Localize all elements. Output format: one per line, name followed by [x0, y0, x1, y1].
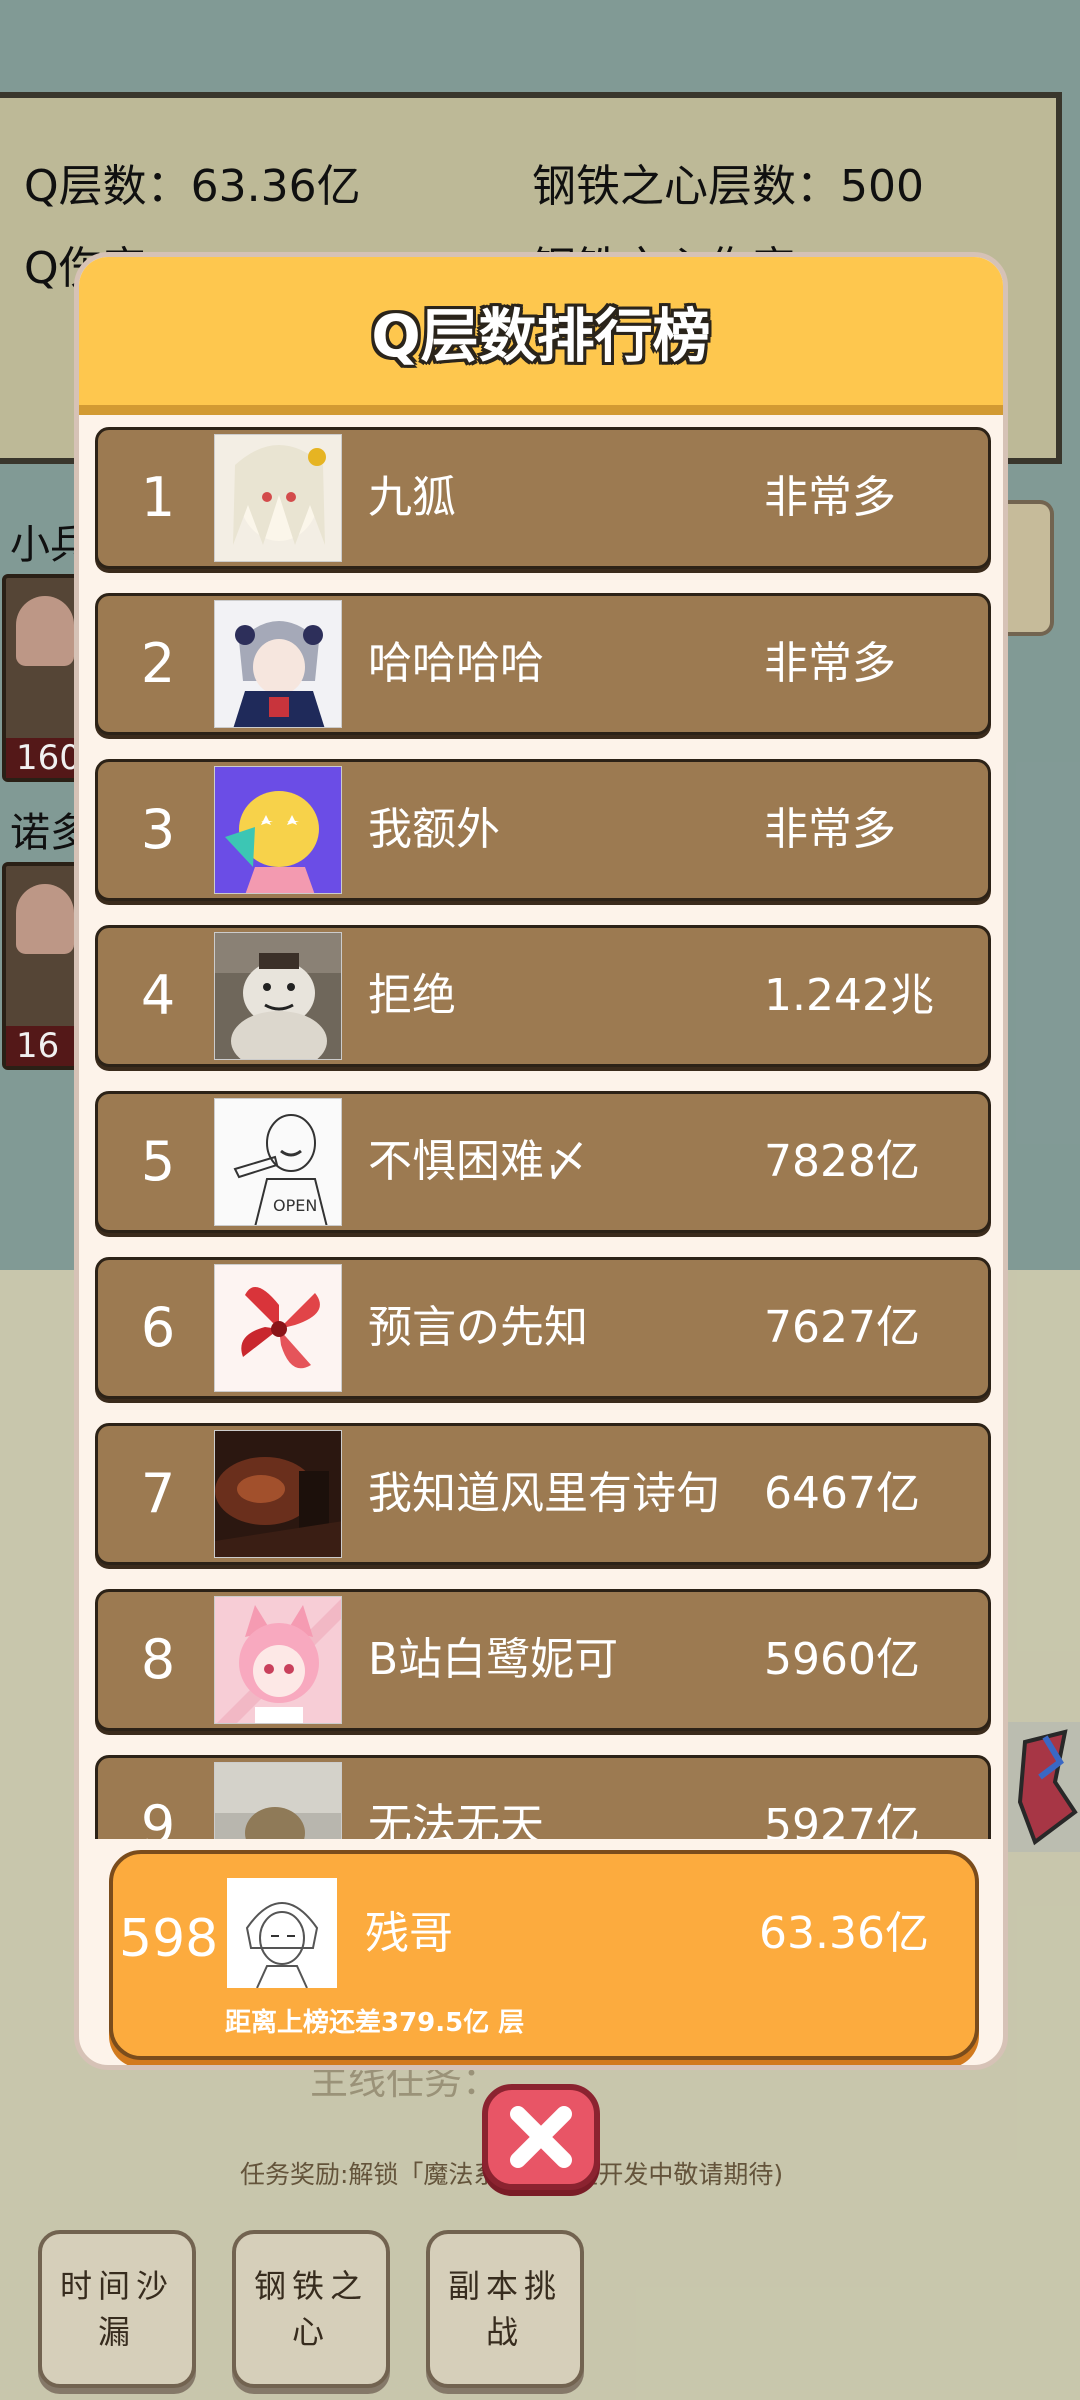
player-name: 预言の先知 — [368, 1302, 588, 1353]
player-score: 非常多 — [764, 804, 896, 855]
cartoon-star-avatar — [214, 766, 342, 894]
player-name: 我额外 — [368, 804, 500, 855]
monkey-photo-avatar — [214, 1762, 342, 1839]
silver-hair-anime-avatar — [214, 600, 342, 728]
player-score: 7828亿 — [764, 1136, 920, 1187]
pink-cat-girl-avatar — [214, 1596, 342, 1724]
player-name: 不惧困难〆 — [368, 1136, 588, 1187]
player-score: 5960亿 — [764, 1634, 920, 1685]
leaderboard-row[interactable]: 8 B站白鹭妮可 5960亿 — [95, 1589, 991, 1731]
rank-number: 6 — [140, 1296, 176, 1359]
player-name: 我知道风里有诗句 — [368, 1468, 720, 1519]
leaderboard-row[interactable]: 9 无法无天 5927亿 — [95, 1755, 991, 1839]
sketch-man-avatar: OPEN — [214, 1098, 342, 1226]
player-name: 九狐 — [368, 472, 456, 523]
player-name: B站白鹭妮可 — [368, 1634, 619, 1685]
rank-number: 1 — [140, 466, 176, 529]
leaderboard-row[interactable]: 5 OPEN 不惧困难〆 7828亿 — [95, 1091, 991, 1233]
leaderboard-row[interactable]: 6 预言の先知 7627亿 — [95, 1257, 991, 1399]
night-street-avatar — [214, 1430, 342, 1558]
leaderboard-row[interactable]: 1 九狐 非常多 — [95, 427, 991, 569]
leaderboard-row[interactable]: 3 我额外 非常多 — [95, 759, 991, 901]
rank-number: 3 — [140, 798, 176, 861]
player-name: 无法无天 — [368, 1800, 544, 1839]
leaderboard-modal: Q层数排行榜 1 九狐 非常多 2 哈哈哈哈 非常多 3 我额外 非常多 4 拒… — [74, 252, 1008, 2070]
rank-number: 5 — [140, 1130, 176, 1193]
rank-gap-text: 距离上榜还差379.5亿 层 — [225, 2008, 525, 2038]
player-score: 非常多 — [764, 638, 896, 689]
shirt-print: OPEN — [273, 1196, 317, 1215]
leaderboard-row[interactable]: 2 哈哈哈哈 非常多 — [95, 593, 991, 735]
player-name: 哈哈哈哈 — [368, 638, 544, 689]
white-hair-anime-avatar — [214, 434, 342, 562]
rank-number: 4 — [140, 964, 176, 1027]
red-flower-avatar — [214, 1264, 342, 1392]
player-score: 1.242兆 — [764, 970, 934, 1021]
my-score: 63.36亿 — [759, 1908, 929, 1959]
rank-number: 8 — [140, 1628, 176, 1691]
leaderboard-list[interactable]: 1 九狐 非常多 2 哈哈哈哈 非常多 3 我额外 非常多 4 拒绝 1.242… — [79, 427, 1003, 1839]
player-score: 非常多 — [764, 472, 896, 523]
my-name: 残哥 — [365, 1908, 453, 1959]
player-name: 拒绝 — [368, 970, 456, 1021]
rank-number: 7 — [140, 1462, 176, 1525]
my-rank-panel: 598 残哥 63.36亿 距离上榜还差379.5亿 层 — [109, 1850, 979, 2060]
sketch-boy-avatar — [227, 1878, 337, 1988]
rank-number: 2 — [140, 632, 176, 695]
player-score: 6467亿 — [764, 1468, 920, 1519]
leaderboard-row[interactable]: 4 拒绝 1.242兆 — [95, 925, 991, 1067]
leaderboard-header: Q层数排行榜 — [79, 257, 1003, 415]
rank-number: 9 — [140, 1794, 176, 1839]
my-rank-number: 598 — [119, 1909, 219, 1969]
snowman-photo-avatar — [214, 932, 342, 1060]
leaderboard-title: Q层数排行榜 — [371, 302, 711, 370]
leaderboard-row[interactable]: 7 我知道风里有诗句 6467亿 — [95, 1423, 991, 1565]
close-button[interactable] — [482, 2084, 600, 2190]
close-icon — [510, 2106, 572, 2168]
player-score: 5927亿 — [764, 1800, 920, 1839]
player-score: 7627亿 — [764, 1302, 920, 1353]
